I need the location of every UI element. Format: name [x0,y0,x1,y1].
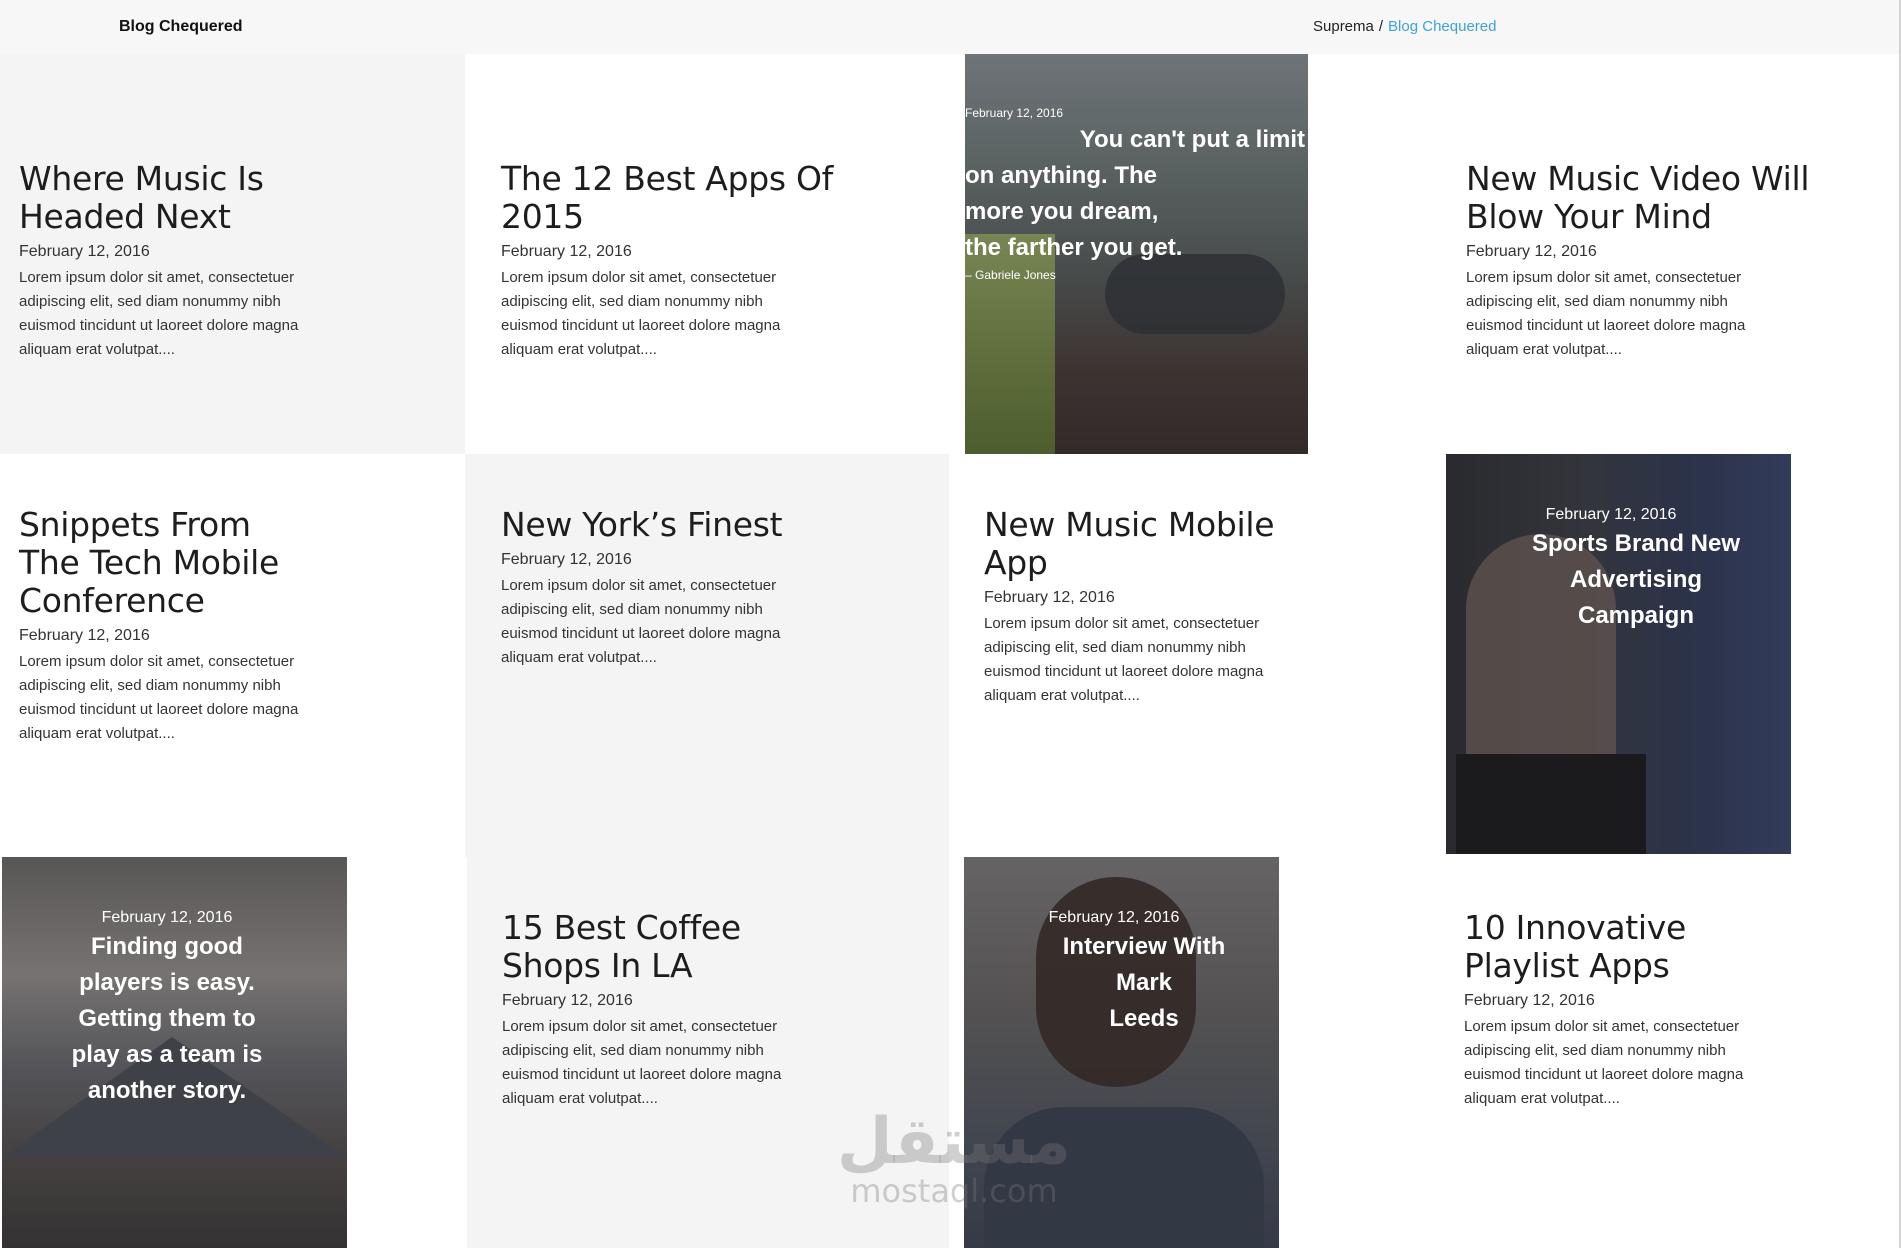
overlay-date: February 12, 2016 [101,909,233,926]
overlay-title[interactable]: Sports Brand New Advertising Campaign [1526,526,1746,634]
watermark-arabic: مستقل [836,1105,1072,1179]
post-excerpt: Lorem ipsum dolor sit amet, consectetuer… [19,269,299,358]
overlay-title[interactable]: Finding good players is easy. Getting th… [42,929,292,1109]
breadcrumb-home[interactable]: Suprema [1313,18,1374,35]
post-card[interactable]: Where Music Is Headed Next February 12, … [0,54,465,454]
post-excerpt: Lorem ipsum dolor sit amet, consectetuer… [501,269,781,358]
post-title[interactable]: New York’s Finest [501,506,921,544]
post-title[interactable]: Snippets From The Tech Mobile Conference [19,506,319,620]
post-excerpt: Lorem ipsum dolor sit amet, consectetuer… [502,1018,782,1107]
post-card[interactable]: New Music Video Will Blow Your Mind Febr… [1446,54,1901,454]
image-post-card[interactable]: February 12, 2016 Finding good players i… [2,857,347,1248]
post-date: February 12, 2016 [19,627,150,644]
image-post-card[interactable]: February 12, 2016 Sports Brand New Adver… [1446,454,1791,854]
breadcrumb: Suprema / Blog Chequered [1313,18,1496,35]
post-excerpt: Lorem ipsum dolor sit amet, consectetuer… [19,653,299,742]
post-excerpt: Lorem ipsum dolor sit amet, consectetuer… [501,577,781,666]
post-title[interactable]: 10 Innovative Playlist Apps [1464,909,1794,985]
post-date: February 12, 2016 [501,243,632,260]
post-card[interactable]: New York’s Finest February 12, 2016 Lore… [465,454,949,857]
post-card[interactable]: The 12 Best Apps Of 2015 February 12, 20… [465,54,949,454]
post-date: February 12, 2016 [1464,992,1595,1009]
post-card[interactable]: Snippets From The Tech Mobile Conference… [0,454,465,857]
overlay-title[interactable]: Interview With Mark Leeds [1044,929,1244,1037]
post-date: February 12, 2016 [19,243,150,260]
post-title[interactable]: New Music Video Will Blow Your Mind [1466,160,1826,236]
post-title[interactable]: New Music Mobile App [984,506,1314,582]
post-date: February 12, 2016 [1466,243,1597,260]
top-bar: Blog Chequered Suprema / Blog Chequered [0,0,1901,54]
watermark: مستقل mostaql.com [834,1110,1074,1208]
post-title[interactable]: Where Music Is Headed Next [19,160,319,236]
post-title[interactable]: The 12 Best Apps Of 2015 [501,160,921,236]
site-title[interactable]: Blog Chequered [119,18,243,36]
quote-author: – Gabriele Jones [965,268,1056,282]
breadcrumb-separator: / [1378,18,1384,35]
overlay-quote[interactable]: You can't put a limit on anything. The m… [965,122,1305,266]
overlay-date: February 12, 2016 [1545,506,1677,523]
watermark-latin: mostaql.com [850,1172,1058,1210]
post-date: February 12, 2016 [502,992,633,1009]
post-date: February 12, 2016 [984,589,1115,606]
post-excerpt: Lorem ipsum dolor sit amet, consectetuer… [1464,1018,1744,1107]
image-post-card[interactable]: February 12, 2016 You can't put a limit … [965,54,1308,454]
post-card[interactable]: New Music Mobile App February 12, 2016 L… [949,454,1446,857]
post-excerpt: Lorem ipsum dolor sit amet, consectetuer… [1466,269,1746,358]
overlay-date: February 12, 2016 [1048,909,1180,926]
post-title[interactable]: 15 Best Coffee Shops In LA [502,909,832,985]
post-date: February 12, 2016 [501,551,632,568]
breadcrumb-current[interactable]: Blog Chequered [1388,18,1496,35]
overlay-date: February 12, 2016 [965,106,1064,120]
post-excerpt: Lorem ipsum dolor sit amet, consectetuer… [984,615,1264,704]
post-card[interactable]: 10 Innovative Playlist Apps February 12,… [1446,857,1901,1248]
